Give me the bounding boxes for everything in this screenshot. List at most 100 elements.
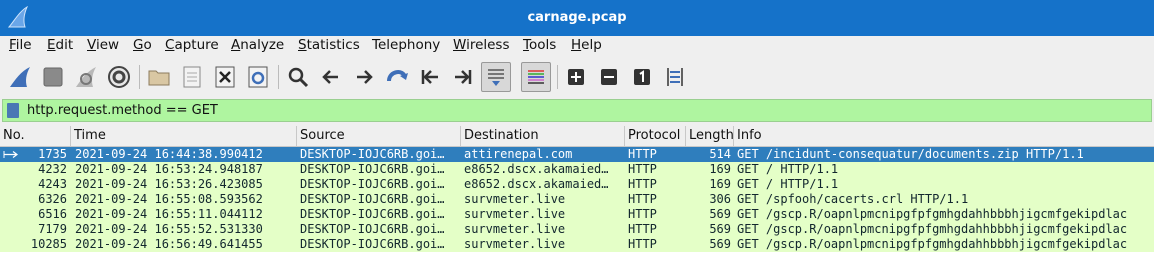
- cell-source: DESKTOP-IOJC6RB.goi…: [300, 207, 445, 221]
- cell-info: GET / HTTP/1.1: [737, 177, 839, 191]
- cell-destination: attirenepal.com: [464, 147, 573, 161]
- start-capture-icon[interactable]: [7, 64, 33, 90]
- column-header-info[interactable]: Info: [734, 126, 1154, 147]
- last-packet-icon[interactable]: [450, 64, 476, 90]
- go-to-packet-icon[interactable]: [384, 64, 410, 90]
- cell-source: DESKTOP-IOJC6RB.goi…: [300, 177, 445, 191]
- cell-time: 2021-09-24 16:53:24.948187: [75, 162, 263, 176]
- capture-options-icon[interactable]: [106, 64, 132, 90]
- restart-capture-icon[interactable]: [73, 64, 99, 90]
- cell-destination: survmeter.live: [464, 192, 566, 206]
- menu-view[interactable]: View: [87, 37, 119, 53]
- cell-protocol: HTTP: [628, 222, 657, 236]
- cell-time: 2021-09-24 16:53:26.423085: [75, 177, 263, 191]
- cell-source: DESKTOP-IOJC6RB.goi…: [300, 192, 445, 206]
- cell-source: DESKTOP-IOJC6RB.goi…: [300, 237, 445, 251]
- display-filter-input[interactable]: http.request.method == GET: [27, 103, 218, 118]
- packet-row[interactable]: 1735 2021-09-24 16:44:38.990412 DESKTOP-…: [0, 147, 1154, 162]
- cell-length: 514: [709, 147, 731, 161]
- cell-time: 2021-09-24 16:55:11.044112: [75, 207, 263, 221]
- close-file-icon[interactable]: [212, 64, 238, 90]
- packet-row[interactable]: 10285 2021-09-24 16:56:49.641455 DESKTOP…: [0, 237, 1154, 252]
- packet-list: No. Time Source Destination Protocol Len…: [0, 126, 1154, 254]
- cell-destination: e8652.dscx.akamaied…: [464, 177, 609, 191]
- menu-capture[interactable]: Capture: [165, 37, 219, 53]
- cell-source: DESKTOP-IOJC6RB.goi…: [300, 147, 445, 161]
- menu-tools[interactable]: Tools: [523, 37, 556, 53]
- cell-info: GET /gscp.R/oapnlpmcnipgfpfgmhgdahhbbbhj…: [737, 207, 1128, 221]
- packet-row[interactable]: 7179 2021-09-24 16:55:52.531330 DESKTOP-…: [0, 222, 1154, 237]
- zoom-out-icon[interactable]: [596, 64, 622, 90]
- cell-length: 569: [709, 207, 731, 221]
- cell-destination: e8652.dscx.akamaied…: [464, 162, 609, 176]
- cell-no: 10285: [30, 237, 67, 251]
- packet-list-header: No. Time Source Destination Protocol Len…: [0, 126, 1154, 147]
- menu-analyze[interactable]: Analyze: [231, 37, 284, 53]
- menu-go[interactable]: Go: [133, 37, 152, 53]
- cell-source: DESKTOP-IOJC6RB.goi…: [300, 162, 445, 176]
- menu-bar: File Edit View Go Capture Analyze Statis…: [0, 36, 1154, 56]
- cell-destination: survmeter.live: [464, 222, 566, 236]
- go-back-icon[interactable]: [318, 64, 344, 90]
- cell-no: 7179: [38, 222, 67, 236]
- go-forward-icon[interactable]: [351, 64, 377, 90]
- column-header-protocol[interactable]: Protocol: [625, 126, 686, 147]
- cell-protocol: HTTP: [628, 207, 657, 221]
- resize-columns-icon[interactable]: [662, 64, 688, 90]
- save-file-icon[interactable]: [179, 64, 205, 90]
- first-packet-icon[interactable]: [417, 64, 443, 90]
- packet-row[interactable]: 6516 2021-09-24 16:55:11.044112 DESKTOP-…: [0, 207, 1154, 222]
- column-header-no[interactable]: No.: [0, 126, 71, 147]
- menu-wireless[interactable]: Wireless: [453, 37, 510, 53]
- cell-protocol: HTTP: [628, 147, 657, 161]
- column-header-time[interactable]: Time: [71, 126, 297, 147]
- packet-row[interactable]: 4243 2021-09-24 16:53:26.423085 DESKTOP-…: [0, 177, 1154, 192]
- column-header-source[interactable]: Source: [297, 126, 461, 147]
- packet-row[interactable]: 4232 2021-09-24 16:53:24.948187 DESKTOP-…: [0, 162, 1154, 177]
- cell-time: 2021-09-24 16:44:38.990412: [75, 147, 263, 161]
- stop-capture-icon[interactable]: [40, 64, 66, 90]
- window-title: carnage.pcap: [527, 10, 627, 25]
- cell-length: 306: [709, 192, 731, 206]
- cell-no: 1735: [38, 147, 67, 161]
- menu-help[interactable]: Help: [571, 37, 602, 53]
- cell-time: 2021-09-24 16:55:08.593562: [75, 192, 263, 206]
- cell-info: GET / HTTP/1.1: [737, 162, 839, 176]
- title-bar: carnage.pcap: [0, 0, 1154, 36]
- colorize-icon[interactable]: [521, 62, 551, 92]
- cell-destination: survmeter.live: [464, 237, 566, 251]
- cell-info: GET /gscp.R/oapnlpmcnipgfpfgmhgdahhbbbhj…: [737, 222, 1128, 236]
- column-header-destination[interactable]: Destination: [461, 126, 625, 147]
- cell-length: 169: [709, 177, 731, 191]
- cell-no: 4243: [38, 177, 67, 191]
- cell-protocol: HTTP: [628, 192, 657, 206]
- cell-protocol: HTTP: [628, 162, 657, 176]
- cell-time: 2021-09-24 16:56:49.641455: [75, 237, 263, 251]
- cell-protocol: HTTP: [628, 177, 657, 191]
- packet-row[interactable]: 6326 2021-09-24 16:55:08.593562 DESKTOP-…: [0, 192, 1154, 207]
- cell-length: 569: [709, 222, 731, 236]
- menu-telephony[interactable]: Telephony: [372, 37, 440, 53]
- cell-info: GET /spfooh/cacerts.crl HTTP/1.1: [737, 192, 969, 206]
- auto-scroll-icon[interactable]: [481, 62, 511, 92]
- column-header-length[interactable]: Length: [686, 126, 734, 147]
- cell-info: GET /gscp.R/oapnlpmcnipgfpfgmhgdahhbbbhj…: [737, 237, 1128, 251]
- cell-length: 569: [709, 237, 731, 251]
- toolbar-separator: [278, 65, 279, 89]
- menu-edit[interactable]: Edit: [47, 37, 73, 53]
- cell-length: 169: [709, 162, 731, 176]
- display-filter-bar[interactable]: http.request.method == GET: [2, 99, 1152, 122]
- bookmark-icon[interactable]: [7, 103, 19, 118]
- normal-size-icon[interactable]: [629, 64, 655, 90]
- cell-no: 4232: [38, 162, 67, 176]
- reload-file-icon[interactable]: [245, 64, 271, 90]
- find-packet-icon[interactable]: [285, 64, 311, 90]
- cell-no: 6326: [38, 192, 67, 206]
- cell-protocol: HTTP: [628, 237, 657, 251]
- open-file-icon[interactable]: [146, 64, 172, 90]
- menu-file[interactable]: File: [9, 37, 32, 53]
- cell-no: 6516: [38, 207, 67, 221]
- toolbar-separator: [139, 65, 140, 89]
- menu-statistics[interactable]: Statistics: [298, 37, 360, 53]
- zoom-in-icon[interactable]: [563, 64, 589, 90]
